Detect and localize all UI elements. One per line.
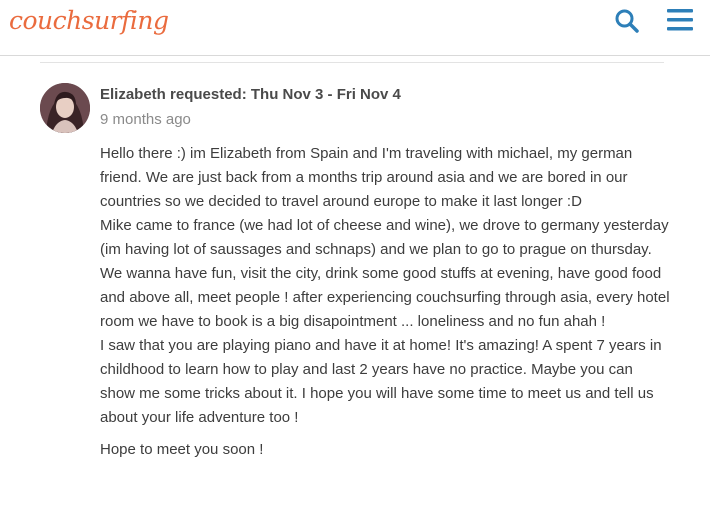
message-paragraph: I saw that you are playing piano and hav… (100, 337, 662, 426)
message-paragraph: Mike came to france (we had lot of chees… (100, 217, 669, 258)
message-paragraph: We wanna have fun, visit the city, drink… (100, 265, 670, 330)
message-paragraph: Hello there :) im Elizabeth from Spain a… (100, 145, 633, 210)
search-icon[interactable] (614, 8, 640, 34)
hamburger-menu-icon[interactable] (666, 7, 694, 33)
request-timestamp: 9 months ago (100, 111, 191, 128)
message-closing: Hope to meet you soon ! (100, 441, 264, 458)
avatar[interactable] (40, 83, 90, 133)
couchsurfing-logo[interactable]: couchsurfing (9, 6, 169, 35)
top-navigation-bar: couchsurfing (0, 0, 710, 56)
content-divider (40, 62, 664, 63)
request-message: Hello there :) im Elizabeth from Spain a… (100, 142, 670, 462)
request-title[interactable]: Elizabeth requested: Thu Nov 3 - Fri Nov… (100, 86, 401, 103)
